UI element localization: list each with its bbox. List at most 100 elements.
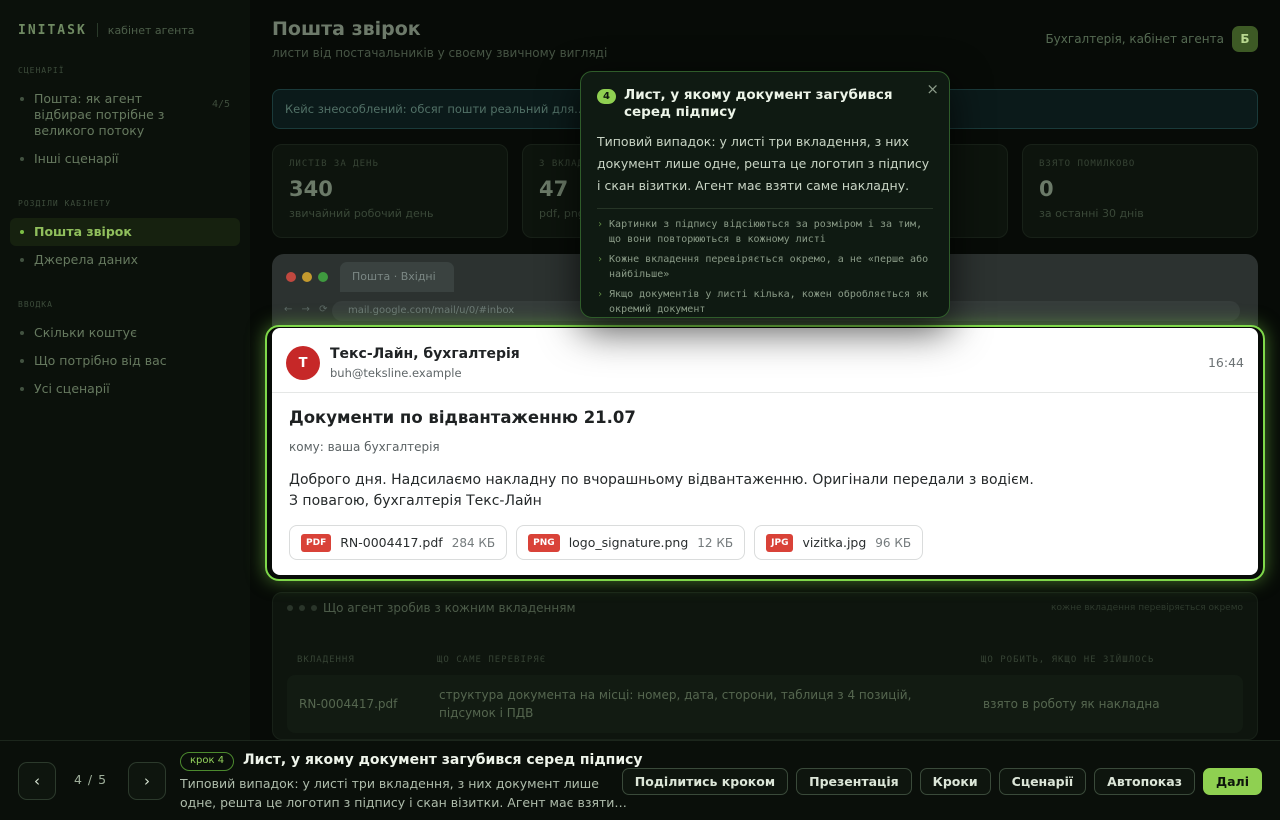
sidebar-item-label: Інші сценарії bbox=[34, 151, 119, 166]
attachment-name: RN-0004417.pdf bbox=[340, 535, 443, 550]
tooltip-title: Лист, у якому документ загубився серед п… bbox=[624, 87, 893, 120]
prev-step-button[interactable]: ‹ bbox=[18, 762, 56, 800]
next-button[interactable]: Далі bbox=[1202, 768, 1262, 795]
agent-panel-title: Що агент зробив з кожним вкладенням bbox=[323, 601, 576, 615]
logo-subtitle: кабінет агента bbox=[107, 23, 195, 37]
tooltip-header: 4 Лист, у якому документ загубився серед… bbox=[597, 87, 933, 121]
stat-value: 340 bbox=[289, 177, 333, 201]
step-bar: ‹ 4 / 5 › крок 4 Лист, у якому документ … bbox=[0, 740, 1280, 820]
tooltip-bullets: › Картинки з підпису відсіюються за розмі… bbox=[597, 217, 933, 317]
row-file: RN-0004417.pdf bbox=[299, 697, 398, 711]
bullet-text: Картинки з підпису відсіюються за розмір… bbox=[609, 219, 923, 245]
attachment-size: 12 КБ bbox=[697, 535, 734, 550]
agent-panel-note: кожне вкладення перевіряється окремо bbox=[1051, 603, 1243, 613]
section-title-scenarios: СЦЕНАРІЇ bbox=[18, 66, 65, 75]
avatar: Б bbox=[1232, 26, 1258, 52]
logo-divider bbox=[96, 23, 98, 37]
attachments: PDF RN-0004417.pdf 284 КБ PNG logo_signa… bbox=[289, 525, 924, 560]
chevron-right-icon: › bbox=[597, 254, 604, 265]
email-subject: Документи по відвантаженню 21.07 bbox=[289, 408, 636, 427]
step-counter: 4 / 5 bbox=[74, 772, 108, 787]
bullet-icon bbox=[20, 157, 24, 161]
scenarios-button[interactable]: Сценарії bbox=[998, 768, 1087, 795]
bullet-icon bbox=[20, 359, 24, 363]
scenario-progress-count: 4/5 bbox=[211, 99, 230, 110]
stat-label: ЛИСТІВ ЗА ДЕНЬ bbox=[289, 159, 379, 169]
email-body-line: Доброго дня. Надсилаємо накладну по вчор… bbox=[289, 472, 1034, 488]
bullet-icon bbox=[20, 331, 24, 335]
list-item: › Якщо документів у листі кілька, кожен о… bbox=[597, 287, 933, 317]
next-step-arrow-button[interactable]: › bbox=[128, 762, 166, 800]
steps-button[interactable]: Кроки bbox=[919, 768, 991, 795]
bullet-icon bbox=[20, 97, 24, 101]
step-number-badge: 4 bbox=[597, 89, 616, 104]
stat-card: ВЗЯТО ПОМИЛКОВО 0 за останні 30 днів bbox=[1022, 144, 1258, 238]
file-type-icon: JPG bbox=[766, 533, 794, 552]
agent-results-panel: Що агент зробив з кожним вкладенням кожн… bbox=[272, 592, 1258, 740]
close-icon[interactable]: × bbox=[926, 80, 939, 98]
sender-email: buh@teksline.example bbox=[330, 366, 462, 380]
step-description: Типовий випадок: у листі три вкладення, … bbox=[180, 776, 615, 810]
email-body-line: З повагою, бухгалтерія Текс-Лайн bbox=[289, 493, 542, 509]
window-minimize-dot[interactable] bbox=[302, 272, 312, 282]
sidebar-item-mail-scenario[interactable]: Пошта: як агент відбирає потрібне з вели… bbox=[0, 85, 250, 145]
attachment-name: vizitka.jpg bbox=[802, 535, 867, 550]
window-close-dot[interactable] bbox=[286, 272, 296, 282]
sidebar-item-requirements[interactable]: Що потрібно від вас bbox=[0, 347, 250, 375]
divider bbox=[597, 208, 933, 209]
attachment-pdf[interactable]: PDF RN-0004417.pdf 284 КБ bbox=[289, 525, 508, 560]
logo: INITASK bbox=[18, 22, 87, 38]
user-chip[interactable]: Бухгалтерія, кабінет агента Б bbox=[1045, 26, 1258, 52]
stat-value: 0 bbox=[1039, 177, 1054, 201]
email-body: Доброго дня. Надсилаємо накладну по вчор… bbox=[289, 470, 1034, 512]
step-badge: крок 4 bbox=[180, 752, 235, 771]
sidebar-item-label: Що потрібно від вас bbox=[34, 353, 167, 368]
bullet-icon bbox=[20, 230, 24, 234]
step-tooltip: 4 Лист, у якому документ загубився серед… bbox=[580, 71, 950, 318]
email-card[interactable]: Т Текс-Лайн, бухгалтерія buh@teksline.ex… bbox=[272, 328, 1258, 575]
sidebar-item-label: Джерела даних bbox=[34, 252, 138, 267]
step-title: Лист, у якому документ загубився серед п… bbox=[243, 752, 643, 768]
list-item: › Картинки з підпису відсіюються за розмі… bbox=[597, 217, 933, 247]
attachment-png[interactable]: PNG logo_signature.png 12 КБ bbox=[516, 525, 746, 560]
tooltip-description: Типовий випадок: у листі три вкладення, … bbox=[597, 134, 930, 193]
file-type-icon: PDF bbox=[301, 533, 332, 552]
sidebar-item-all-scenarios[interactable]: Усі сценарії bbox=[0, 375, 250, 403]
step-actions: Поділитись кроком Презентація Кроки Сцен… bbox=[621, 768, 1262, 795]
list-item: › Кожне вкладення перевіряється окремо, а… bbox=[597, 252, 933, 282]
dot-icon bbox=[287, 605, 293, 611]
sidebar-item-mail[interactable]: Пошта звірок bbox=[10, 218, 240, 246]
sidebar-item-label: Пошта: як агент відбирає потрібне з вели… bbox=[34, 91, 165, 138]
presentation-button[interactable]: Презентація bbox=[796, 768, 912, 795]
share-step-button[interactable]: Поділитись кроком bbox=[621, 768, 789, 795]
sidebar-item-label: Усі сценарії bbox=[34, 381, 110, 396]
sidebar: INITASK кабінет агента СЦЕНАРІЇ Пошта: я… bbox=[0, 0, 250, 740]
column-header: ВКЛАДЕННЯ bbox=[297, 655, 355, 665]
email-header: Т Текс-Лайн, бухгалтерія buh@teksline.ex… bbox=[272, 328, 1258, 393]
browser-nav-icons[interactable]: ← → ⟳ bbox=[284, 304, 331, 315]
email-recipient: кому: ваша бухгалтерія bbox=[289, 440, 440, 454]
user-name: Бухгалтерія, кабінет агента bbox=[1045, 32, 1224, 46]
dot-icon bbox=[311, 605, 317, 611]
sidebar-item-pricing[interactable]: Скільки коштує bbox=[0, 319, 250, 347]
table-row: RN-0004417.pdf структура документа на мі… bbox=[287, 675, 1243, 733]
bullet-icon bbox=[20, 258, 24, 262]
sender-avatar: Т bbox=[286, 346, 320, 380]
column-header: ЩО РОБИТЬ, ЯКЩО НЕ ЗІЙШЛОСЬ bbox=[981, 655, 1155, 665]
sidebar-item-other-scenarios[interactable]: Інші сценарії bbox=[0, 145, 250, 173]
main-area: Пошта звірок листи від постачальників у … bbox=[272, 0, 1258, 740]
browser-tab[interactable]: Пошта · Вхідні bbox=[340, 262, 454, 292]
email-time: 16:44 bbox=[1207, 355, 1244, 370]
file-type-icon: PNG bbox=[528, 533, 560, 552]
chevron-right-icon: › bbox=[597, 219, 604, 230]
section-title-cabinet: РОЗДІЛИ КАБІНЕТУ bbox=[18, 199, 112, 208]
bullet-text: Кожне вкладення перевіряється окремо, а … bbox=[609, 254, 929, 280]
window-maximize-dot[interactable] bbox=[318, 272, 328, 282]
attachment-jpg[interactable]: JPG vizitka.jpg 96 КБ bbox=[754, 525, 924, 560]
sidebar-item-label: Скільки коштує bbox=[34, 325, 137, 340]
sidebar-item-data-sources[interactable]: Джерела даних bbox=[0, 246, 250, 274]
stat-caption: за останні 30 днів bbox=[1039, 207, 1144, 220]
bullet-icon bbox=[20, 387, 24, 391]
column-header: ЩО САМЕ ПЕРЕВІРЯЄ bbox=[437, 655, 547, 665]
autoplay-button[interactable]: Автопоказ bbox=[1094, 768, 1195, 795]
